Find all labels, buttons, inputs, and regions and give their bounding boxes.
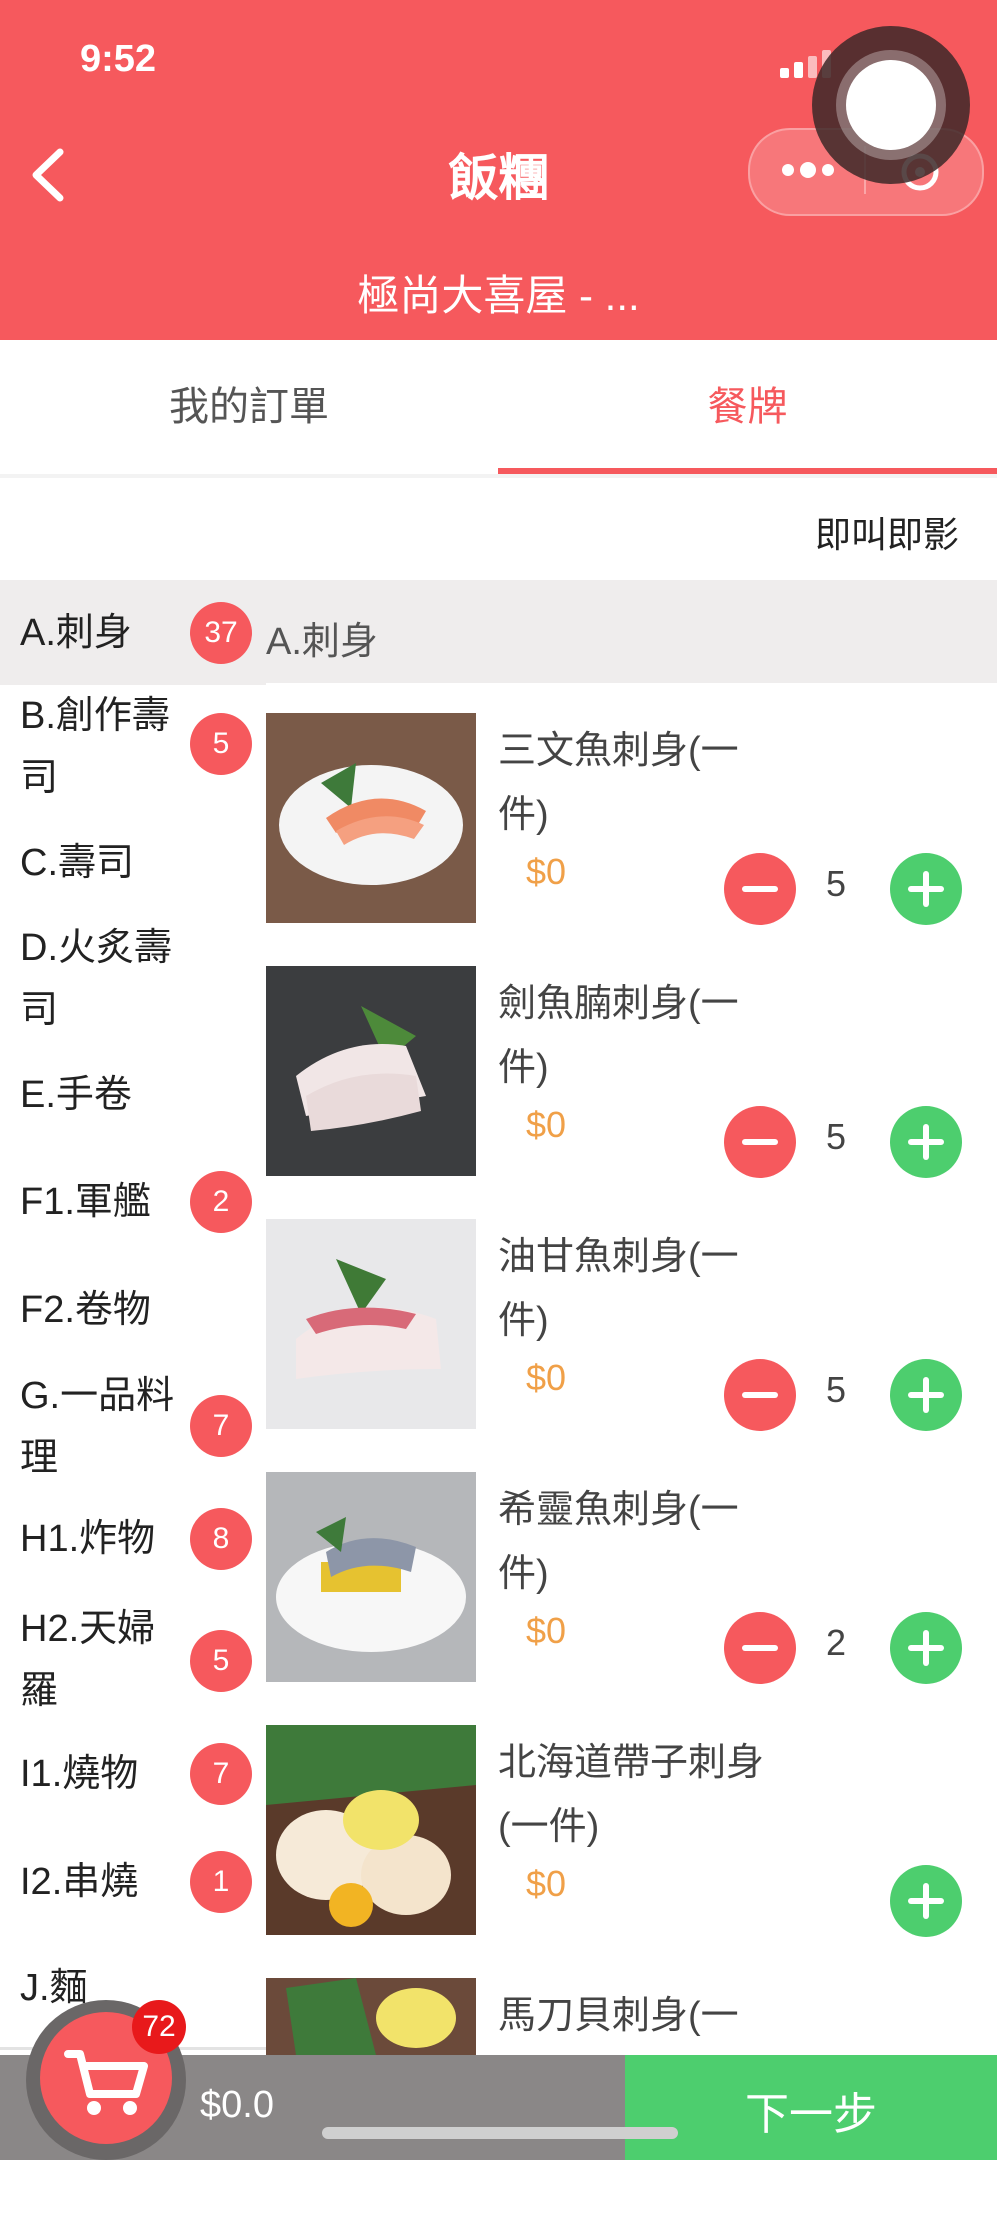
item-price: $0 (526, 851, 567, 892)
category-count-badge: 37 (190, 602, 252, 664)
item-image (266, 713, 476, 923)
item-image (266, 1219, 476, 1429)
home-indicator (322, 2127, 678, 2139)
item-quantity: 5 (825, 863, 847, 904)
decrease-quantity-button[interactable] (724, 1612, 796, 1684)
category-h1-fried[interactable]: H1.炸物 8 (0, 1490, 266, 1601)
menu-item: 三文魚刺身(一件) $0 5 (266, 713, 997, 966)
more-icon[interactable] (780, 150, 836, 190)
item-name: 馬刀貝刺身(一 (498, 1995, 739, 2037)
category-d-aburi-sushi[interactable]: D.火炙壽司 (0, 917, 266, 1045)
category-b-creative-sushi[interactable]: B.創作壽司 5 (0, 685, 266, 813)
category-count-badge: 1 (190, 1851, 252, 1913)
item-price: $0 (526, 1610, 567, 1651)
item-image (266, 966, 476, 1176)
category-label: A.刺身 (20, 612, 132, 654)
category-label: F1.軍艦 (20, 1181, 151, 1223)
item-image (266, 1978, 476, 2055)
tab-bar: 我的訂單 餐牌 (0, 340, 997, 475)
increase-quantity-button[interactable] (890, 1359, 962, 1431)
menu-item: 劍魚腩刺身(一件) $0 5 (266, 966, 997, 1219)
assistive-touch-inner (846, 60, 936, 150)
category-label: B.創作壽司 (20, 695, 170, 799)
item-name: 劍魚腩刺身(一件) (498, 983, 739, 1089)
item-name: 希靈魚刺身(一件) (498, 1489, 739, 1595)
item-image (266, 1725, 476, 1935)
category-label: G.一品料理 (20, 1375, 175, 1479)
increase-quantity-button[interactable] (890, 853, 962, 925)
item-price: $0 (526, 1863, 567, 1904)
cart-total: $0.0 (200, 2084, 274, 2126)
menu-item: 希靈魚刺身(一件) $0 2 (266, 1472, 997, 1725)
item-quantity: 2 (825, 1622, 847, 1663)
increase-quantity-button[interactable] (890, 1865, 962, 1937)
next-step-label: 下一步 (745, 2090, 877, 2139)
category-label: D.火炙壽司 (20, 927, 173, 1031)
category-f2-maki[interactable]: F2.卷物 (0, 1257, 266, 1368)
category-i2-skewers[interactable]: I2.串燒 1 (0, 1831, 266, 1942)
category-c-sushi[interactable]: C.壽司 (0, 810, 266, 920)
category-count-badge: 7 (190, 1743, 252, 1805)
category-label: H2.天婦羅 (20, 1608, 156, 1712)
category-f1-gunkan[interactable]: F1.軍艦 2 (0, 1149, 266, 1260)
increase-quantity-button[interactable] (890, 1106, 962, 1178)
tab-my-orders[interactable]: 我的訂單 (0, 340, 498, 475)
category-count-badge: 5 (190, 713, 252, 775)
category-i1-grilled[interactable]: I1.燒物 7 (0, 1723, 266, 1834)
category-sidebar[interactable]: A.刺身 37 B.創作壽司 5 C.壽司 D.火炙壽司 E.手卷 F1.軍艦 … (0, 580, 266, 2055)
item-quantity: 5 (825, 1369, 847, 1410)
category-label: F2.卷物 (20, 1289, 151, 1331)
increase-quantity-button[interactable] (890, 1612, 962, 1684)
category-label: E.手卷 (20, 1074, 132, 1116)
item-name: 三文魚刺身(一件) (498, 730, 739, 836)
menu-item: 油甘魚刺身(一件) $0 5 (266, 1219, 997, 1472)
category-a-sashimi[interactable]: A.刺身 37 (0, 580, 266, 688)
restaurant-name: 極尚大喜屋 - ... (357, 272, 640, 319)
instant-order-label[interactable]: 即叫即影 (815, 506, 959, 558)
item-price: $0 (526, 1357, 567, 1398)
category-g-a-la-carte[interactable]: G.一品料理 7 (0, 1365, 266, 1493)
category-label: H1.炸物 (20, 1518, 156, 1560)
tab-menu[interactable]: 餐牌 (498, 340, 997, 475)
category-h2-tempura[interactable]: H2.天婦羅 5 (0, 1598, 266, 1726)
category-count-badge: 7 (190, 1395, 252, 1457)
decrease-quantity-button[interactable] (724, 1359, 796, 1431)
category-label: C.壽司 (20, 842, 135, 884)
status-time: 9:52 (80, 38, 157, 80)
section-title: A.刺身 (266, 621, 378, 663)
item-image (266, 1472, 476, 1682)
item-quantity: 5 (825, 1116, 847, 1157)
decrease-quantity-button[interactable] (724, 853, 796, 925)
category-count-badge: 2 (190, 1171, 252, 1233)
category-count-badge: 5 (190, 1630, 252, 1692)
category-e-hand-roll[interactable]: E.手卷 (0, 1042, 266, 1152)
decrease-quantity-button[interactable] (724, 1106, 796, 1178)
cart-count-badge: 72 (132, 2000, 186, 2054)
menu-item: 北海道帶子刺身(一件) $0 (266, 1725, 997, 1978)
category-label: I2.串燒 (20, 1861, 139, 1903)
category-count-badge: 8 (190, 1508, 252, 1570)
category-label: I1.燒物 (20, 1753, 139, 1795)
item-price: $0 (526, 1104, 567, 1145)
item-name: 油甘魚刺身(一件) (498, 1236, 739, 1342)
item-name: 北海道帶子刺身(一件) (498, 1742, 765, 1848)
